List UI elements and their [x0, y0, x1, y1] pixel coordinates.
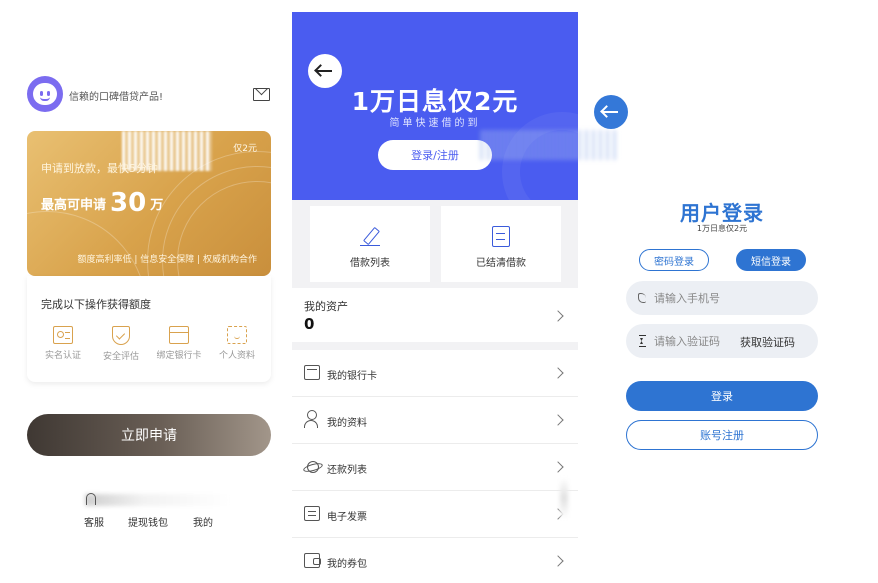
task-item-bank-card[interactable]: 绑定银行卡: [151, 326, 207, 362]
amount-unit: 万: [150, 198, 164, 213]
menu-item-invoice[interactable]: 电子发票: [292, 491, 578, 538]
arrow-left-icon: [603, 111, 618, 113]
menu-label: 我的券包: [327, 559, 367, 570]
home-header: 信赖的口碑借贷产品!: [27, 76, 271, 112]
blurred-region: [85, 494, 230, 506]
blurred-region: [480, 130, 620, 160]
face-scan-icon: [227, 326, 247, 344]
task-list: 实名认证 安全评估 绑定银行卡 个人资料: [35, 326, 265, 362]
id-card-icon: [53, 326, 73, 344]
account-panel: 1万日息仅2元 简单快速借的到 登录/注册 借款列表 已结清借款 我的资产 0 …: [292, 12, 578, 583]
task-section: 完成以下操作获得额度 实名认证 安全评估 绑定银行卡 个人资料: [27, 276, 271, 382]
assets-label: 我的资产: [304, 300, 348, 313]
task-item-id[interactable]: 实名认证: [35, 326, 91, 362]
quick-label: 已结清借款: [476, 258, 526, 269]
quick-loan-list[interactable]: 借款列表: [310, 206, 430, 282]
card-footer: 额度高利率低 | 信息安全保障 | 权威机构合作: [77, 255, 257, 265]
document-icon: [492, 226, 510, 247]
bank-card-icon: [304, 365, 320, 380]
menu-item-bank-card[interactable]: 我的银行卡: [292, 350, 578, 397]
hourglass-icon: [639, 335, 646, 347]
banner-title: 1万日息仅2元: [351, 87, 519, 116]
chevron-right-icon: [552, 414, 564, 426]
mail-icon[interactable]: [253, 88, 270, 101]
card-promo: 仅2元: [233, 144, 257, 154]
login-button[interactable]: 登录: [626, 381, 818, 411]
menu-label: 我的银行卡: [327, 371, 377, 382]
menu-label: 我的资料: [327, 418, 367, 429]
planet-icon: [304, 459, 320, 474]
tab-mine[interactable]: 我的: [193, 514, 213, 529]
login-register-button[interactable]: 登录/注册: [378, 140, 492, 170]
task-label: 实名认证: [44, 351, 81, 361]
sms-login-tab[interactable]: 短信登录: [736, 249, 806, 271]
menu-item-repayments[interactable]: 还款列表: [292, 444, 578, 491]
get-code-button[interactable]: 获取验证码: [740, 334, 795, 350]
task-label: 绑定银行卡: [156, 351, 202, 361]
login-title: 用户登录: [680, 201, 764, 225]
task-item-security[interactable]: 安全评估: [93, 326, 149, 362]
apply-now-button[interactable]: 立即申请: [27, 414, 271, 456]
back-button[interactable]: [594, 95, 628, 129]
phone-icon: [638, 293, 646, 303]
quick-label: 借款列表: [350, 258, 390, 269]
chevron-right-icon: [552, 555, 564, 567]
amount-value: 30: [110, 188, 147, 218]
phone-input[interactable]: [654, 289, 804, 307]
menu-label: 电子发票: [327, 512, 367, 523]
headset-icon: [86, 493, 96, 505]
account-banner: 1万日息仅2元 简单快速借的到 登录/注册: [292, 12, 578, 200]
avatar[interactable]: [27, 76, 63, 112]
ticket-icon: [304, 506, 320, 521]
card-subtitle: 申请到放款，最快5分钟: [41, 162, 158, 175]
task-label: 个人资料: [218, 351, 255, 361]
phone-field: [626, 281, 818, 315]
divider: [292, 342, 578, 350]
wallet-icon: [304, 553, 321, 568]
user-icon: [304, 410, 320, 428]
card-amount: 最高可申请 30 万: [41, 186, 164, 218]
amount-prefix: 最高可申请: [41, 198, 107, 213]
pen-icon: [360, 228, 380, 246]
register-button[interactable]: 账号注册: [626, 420, 818, 450]
chevron-right-icon: [552, 367, 564, 379]
avatar-face-icon: [33, 83, 57, 105]
menu-item-coupons[interactable]: 我的券包: [292, 538, 578, 583]
quick-settled-loans[interactable]: 已结清借款: [441, 206, 561, 282]
task-item-profile[interactable]: 个人资料: [209, 326, 265, 362]
credit-card-banner[interactable]: 仅2元 申请到放款，最快5分钟 最高可申请 30 万 额度高利率低 | 信息安全保障…: [27, 131, 271, 276]
tab-wallet[interactable]: 提现钱包: [128, 514, 168, 529]
my-assets-row[interactable]: 我的资产 0: [292, 288, 578, 342]
code-input[interactable]: [654, 332, 754, 350]
tab-service[interactable]: 客服: [84, 514, 104, 529]
assets-value: 0: [304, 315, 315, 333]
login-subtitle: 1万日息仅2元: [696, 224, 748, 233]
password-login-tab[interactable]: 密码登录: [639, 249, 709, 271]
task-title: 完成以下操作获得额度: [41, 298, 151, 311]
arrow-left-icon: [317, 70, 332, 72]
menu-label: 还款列表: [327, 465, 367, 476]
bank-card-icon: [169, 326, 189, 344]
menu-item-profile[interactable]: 我的资料: [292, 397, 578, 444]
task-label: 安全评估: [102, 352, 139, 362]
slogan-text: 信赖的口碑借贷产品!: [69, 92, 164, 103]
banner-subtitle: 简单快速借的到: [389, 118, 481, 129]
shield-check-icon: [112, 326, 130, 345]
bottom-tabbar: 客服 提现钱包 我的: [80, 490, 240, 530]
chevron-right-icon: [552, 461, 564, 473]
chevron-right-icon: [552, 310, 564, 322]
blurred-region: [560, 478, 568, 518]
